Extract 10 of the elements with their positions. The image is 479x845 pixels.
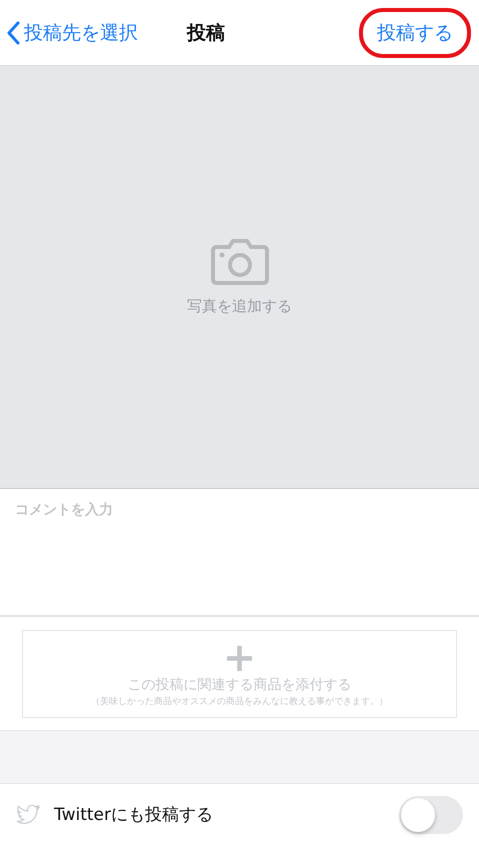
screen-title: 投稿 xyxy=(187,20,225,46)
bird-icon xyxy=(16,804,40,824)
camera-icon xyxy=(210,238,268,284)
photo-area[interactable]: 写真を追加する xyxy=(0,66,479,489)
back-button[interactable]: 投稿先を選択 xyxy=(6,20,138,46)
post-button[interactable]: 投稿する xyxy=(359,8,471,58)
toggle-switch[interactable] xyxy=(399,796,463,834)
add-photo-label: 写真を追加する xyxy=(187,296,292,316)
chevron-left-icon xyxy=(6,20,20,44)
twitter-share-label: Twitterにも投稿する xyxy=(54,804,214,826)
